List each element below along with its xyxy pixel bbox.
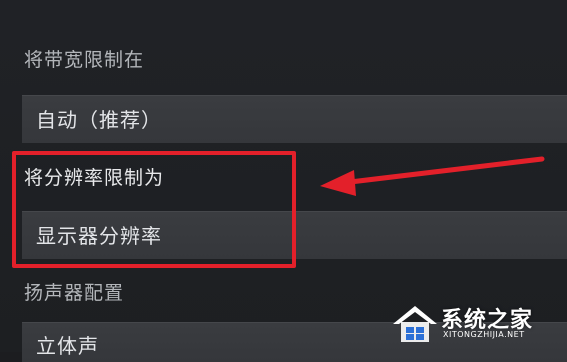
house-logo-icon [393,306,437,342]
settings-panel: 将带宽限制在 自动（推荐） 将分辨率限制为 显示器分辨率 扬声器配置 立体声 系… [0,0,567,362]
watermark-url: XITONGZHIJIA.NET [443,330,525,339]
watermark: 系统之家 XITONGZHIJIA.NET [389,302,559,344]
annotation-arrow-icon [320,156,545,196]
